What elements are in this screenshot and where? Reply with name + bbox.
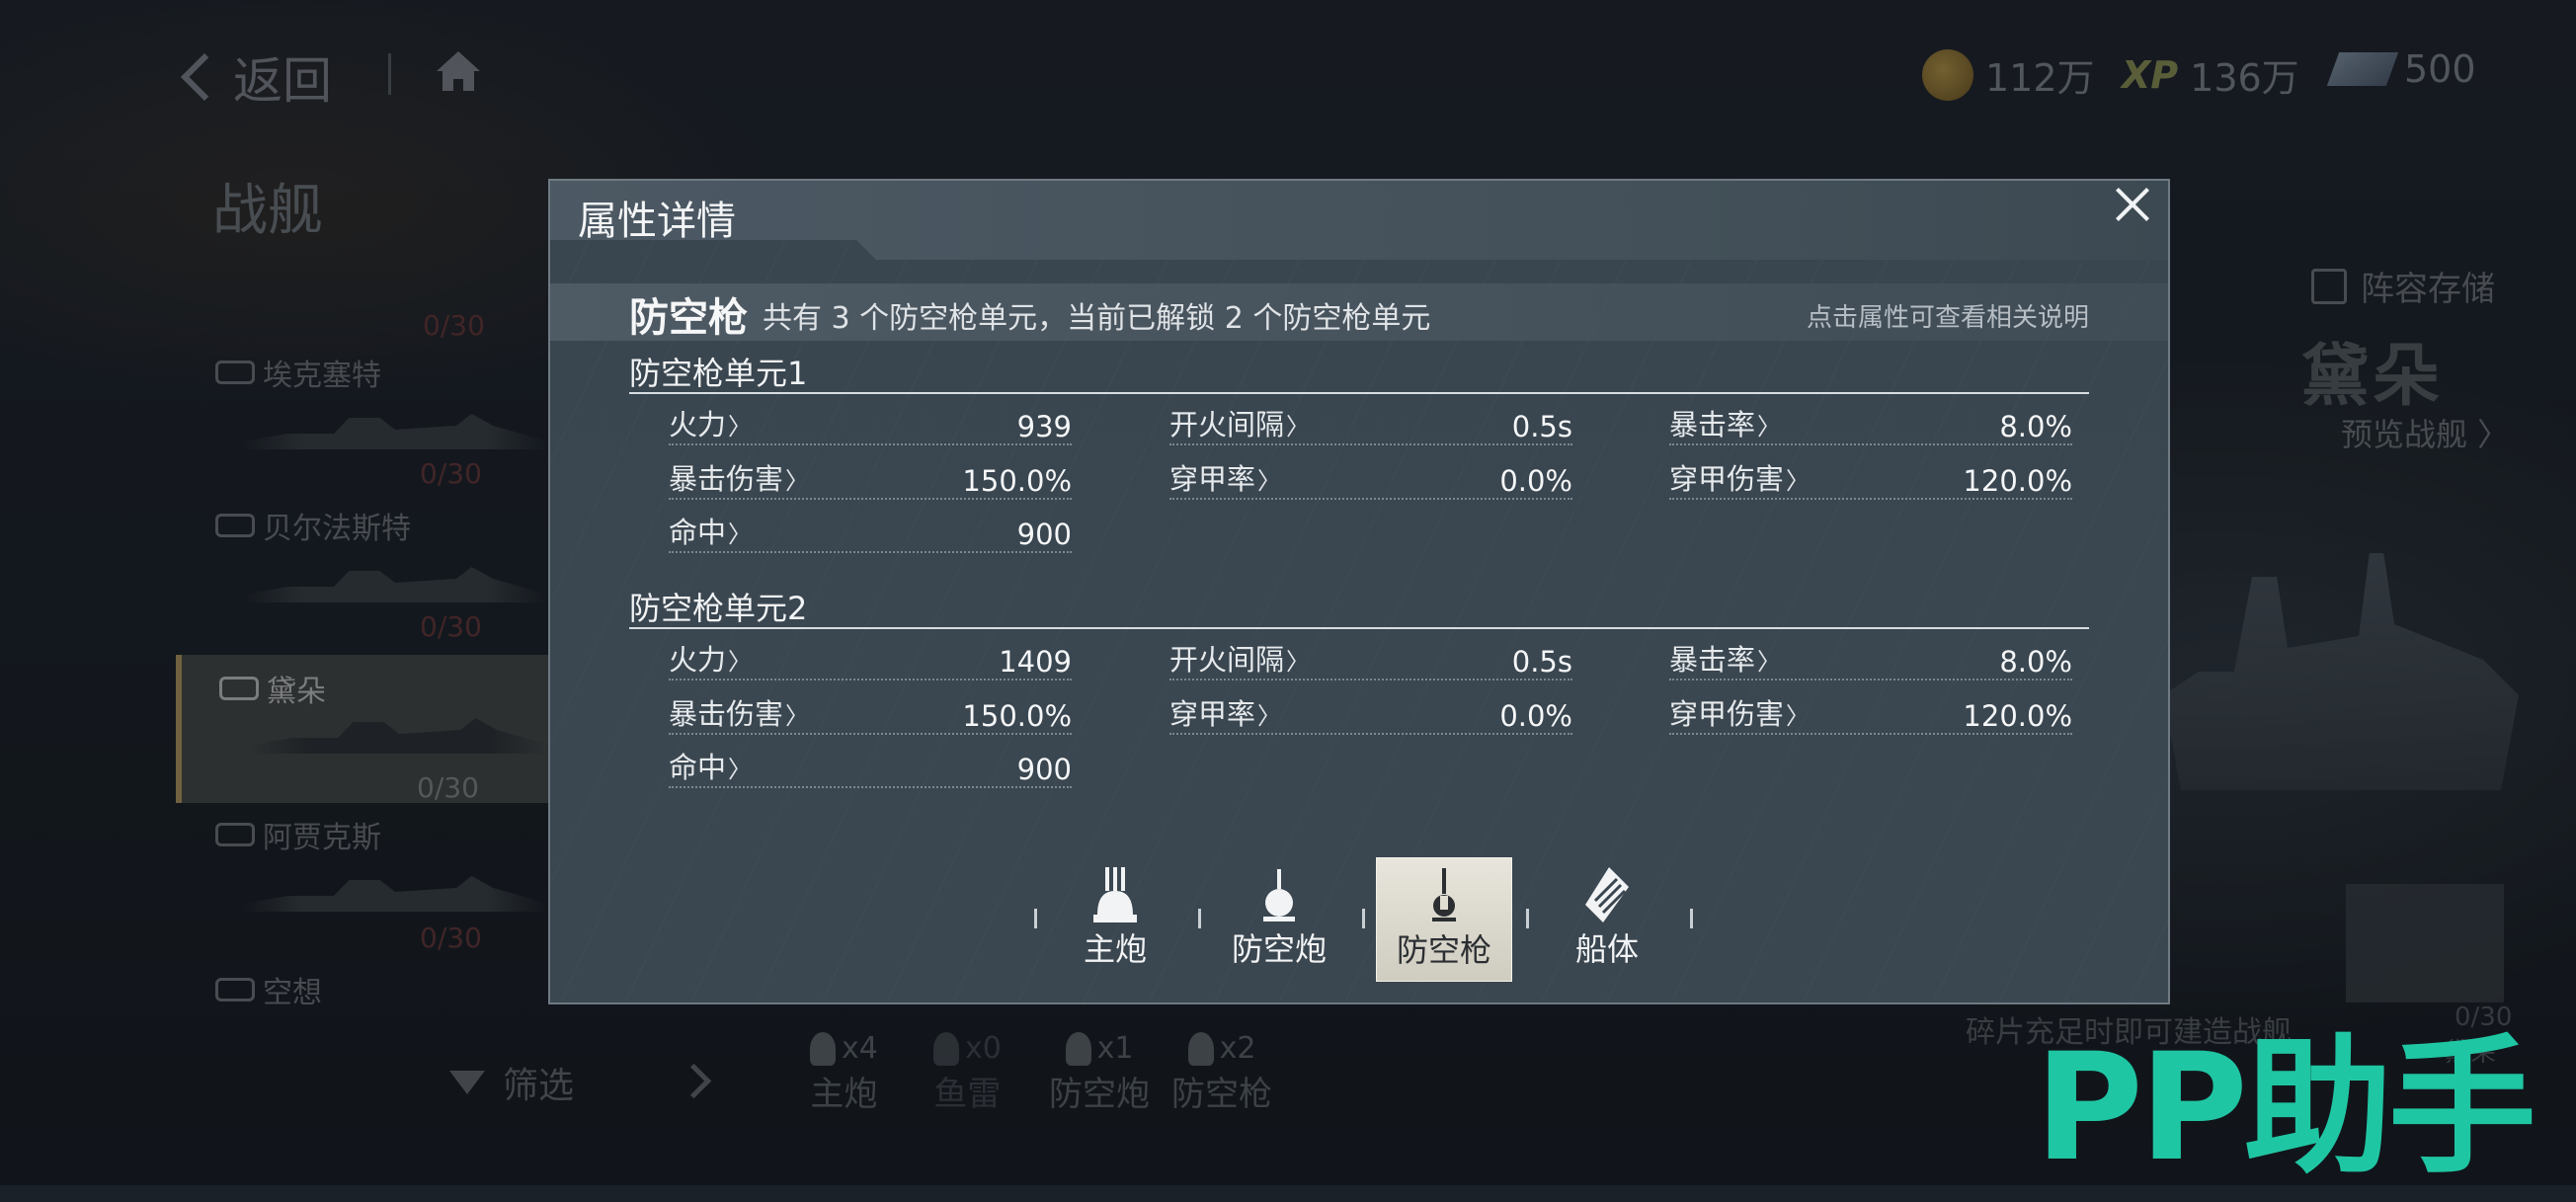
watermark-logo: PP助手 xyxy=(2035,1022,2536,1194)
unit-stats: 火力939 开火间隔0.5s 暴击率8.0% 暴击伤害150.0% 穿甲率0.0… xyxy=(629,394,2089,562)
stat-label: 穿甲伤害 xyxy=(1669,691,1810,733)
stat-armor-pen-rate[interactable]: 穿甲率0.0% xyxy=(1169,462,1572,500)
stat-value: 120.0% xyxy=(1963,464,2072,498)
stat-accuracy[interactable]: 命中900 xyxy=(669,516,1072,553)
stat-value: 939 xyxy=(1016,410,1072,443)
aa-cannon-icon xyxy=(1263,869,1295,922)
tab-aa-cannon[interactable]: 防空炮 xyxy=(1212,857,1346,980)
stat-label: 命中 xyxy=(669,510,752,551)
stat-value: 1409 xyxy=(999,645,1072,679)
tab-divider xyxy=(1362,909,1365,928)
stat-label: 穿甲率 xyxy=(1169,691,1281,733)
stat-crit-rate[interactable]: 暴击率8.0% xyxy=(1669,408,2072,445)
tab-label: 防空枪 xyxy=(1396,931,1491,969)
stat-fire-interval[interactable]: 开火间隔0.5s xyxy=(1169,643,1572,681)
stat-label: 暴击率 xyxy=(1669,402,1781,443)
stat-value: 8.0% xyxy=(1999,645,2072,679)
stat-label: 暴击伤害 xyxy=(669,691,809,733)
tab-label: 防空炮 xyxy=(1231,930,1327,968)
stat-label: 火力 xyxy=(669,402,752,443)
close-icon[interactable] xyxy=(2113,185,2152,224)
stat-crit-damage[interactable]: 暴击伤害150.0% xyxy=(669,697,1072,735)
stat-label: 开火间隔 xyxy=(1169,637,1310,679)
stat-firepower[interactable]: 火力1409 xyxy=(669,643,1072,681)
dialog-title: 属性详情 xyxy=(578,199,736,244)
unit-title: 防空枪单元2 xyxy=(629,584,2089,629)
tab-divider xyxy=(1034,909,1037,928)
tab-divider xyxy=(1690,909,1693,928)
tab-divider xyxy=(1198,909,1201,928)
aa-gun-icon xyxy=(1432,868,1456,922)
stat-armor-pen-damage[interactable]: 穿甲伤害120.0% xyxy=(1669,697,2072,735)
unit-stats: 火力1409 开火间隔0.5s 暴击率8.0% 暴击伤害150.0% 穿甲率0.… xyxy=(629,629,2089,797)
stat-label: 火力 xyxy=(669,637,752,679)
stat-label: 穿甲伤害 xyxy=(1669,456,1810,498)
stat-crit-rate[interactable]: 暴击率8.0% xyxy=(1669,643,2072,681)
stat-armor-pen-rate[interactable]: 穿甲率0.0% xyxy=(1169,697,1572,735)
tab-label: 主炮 xyxy=(1083,930,1147,968)
stat-value: 0.5s xyxy=(1511,645,1572,679)
tab-hull[interactable]: 船体 xyxy=(1540,857,1674,980)
stat-value: 150.0% xyxy=(962,699,1072,733)
aa-gun-unit: 防空枪单元2 火力1409 开火间隔0.5s 暴击率8.0% 暴击伤害150.0… xyxy=(629,584,2089,797)
stat-label: 穿甲率 xyxy=(1169,456,1281,498)
tab-divider xyxy=(1526,909,1529,928)
stat-value: 8.0% xyxy=(1999,410,2072,443)
attribute-details-dialog: 属性详情 防空枪 共有 3 个防空枪单元，当前已解锁 2 个防空枪单元 点击属性… xyxy=(548,179,2170,1004)
main-gun-icon xyxy=(1093,867,1137,922)
tab-aa-gun[interactable]: 防空枪 xyxy=(1376,857,1512,982)
section-description: 共有 3 个防空枪单元，当前已解锁 2 个防空枪单元 xyxy=(763,301,1431,336)
stat-value: 0.0% xyxy=(1499,699,1572,733)
stat-value: 900 xyxy=(1016,753,1072,786)
stat-crit-damage[interactable]: 暴击伤害150.0% xyxy=(669,462,1072,500)
tab-label: 船体 xyxy=(1574,930,1639,968)
unit-title: 防空枪单元1 xyxy=(629,349,2089,394)
stat-label: 开火间隔 xyxy=(1169,402,1310,443)
stat-label: 命中 xyxy=(669,745,752,786)
stat-label: 暴击率 xyxy=(1669,637,1781,679)
weapon-tabs: 主炮 防空炮 防空枪 船体 xyxy=(550,845,2168,994)
stat-accuracy[interactable]: 命中900 xyxy=(669,751,1072,788)
stat-value: 0.5s xyxy=(1511,410,1572,443)
section-title: 防空枪 xyxy=(629,295,748,341)
stat-value: 150.0% xyxy=(962,464,1072,498)
stat-value: 120.0% xyxy=(1963,699,2072,733)
hull-icon xyxy=(1585,867,1629,922)
section-header: 防空枪 共有 3 个防空枪单元，当前已解锁 2 个防空枪单元 点击属性可查看相关… xyxy=(550,283,2168,341)
tab-main-gun[interactable]: 主炮 xyxy=(1048,857,1182,980)
stat-armor-pen-damage[interactable]: 穿甲伤害120.0% xyxy=(1669,462,2072,500)
dialog-header-bar xyxy=(550,181,2168,260)
stat-firepower[interactable]: 火力939 xyxy=(669,408,1072,445)
section-hint: 点击属性可查看相关说明 xyxy=(1806,303,2089,333)
stat-value: 0.0% xyxy=(1499,464,1572,498)
stat-label: 暴击伤害 xyxy=(669,456,809,498)
aa-gun-unit: 防空枪单元1 火力939 开火间隔0.5s 暴击率8.0% 暴击伤害150.0%… xyxy=(629,349,2089,562)
stat-fire-interval[interactable]: 开火间隔0.5s xyxy=(1169,408,1572,445)
stat-value: 900 xyxy=(1016,518,1072,551)
